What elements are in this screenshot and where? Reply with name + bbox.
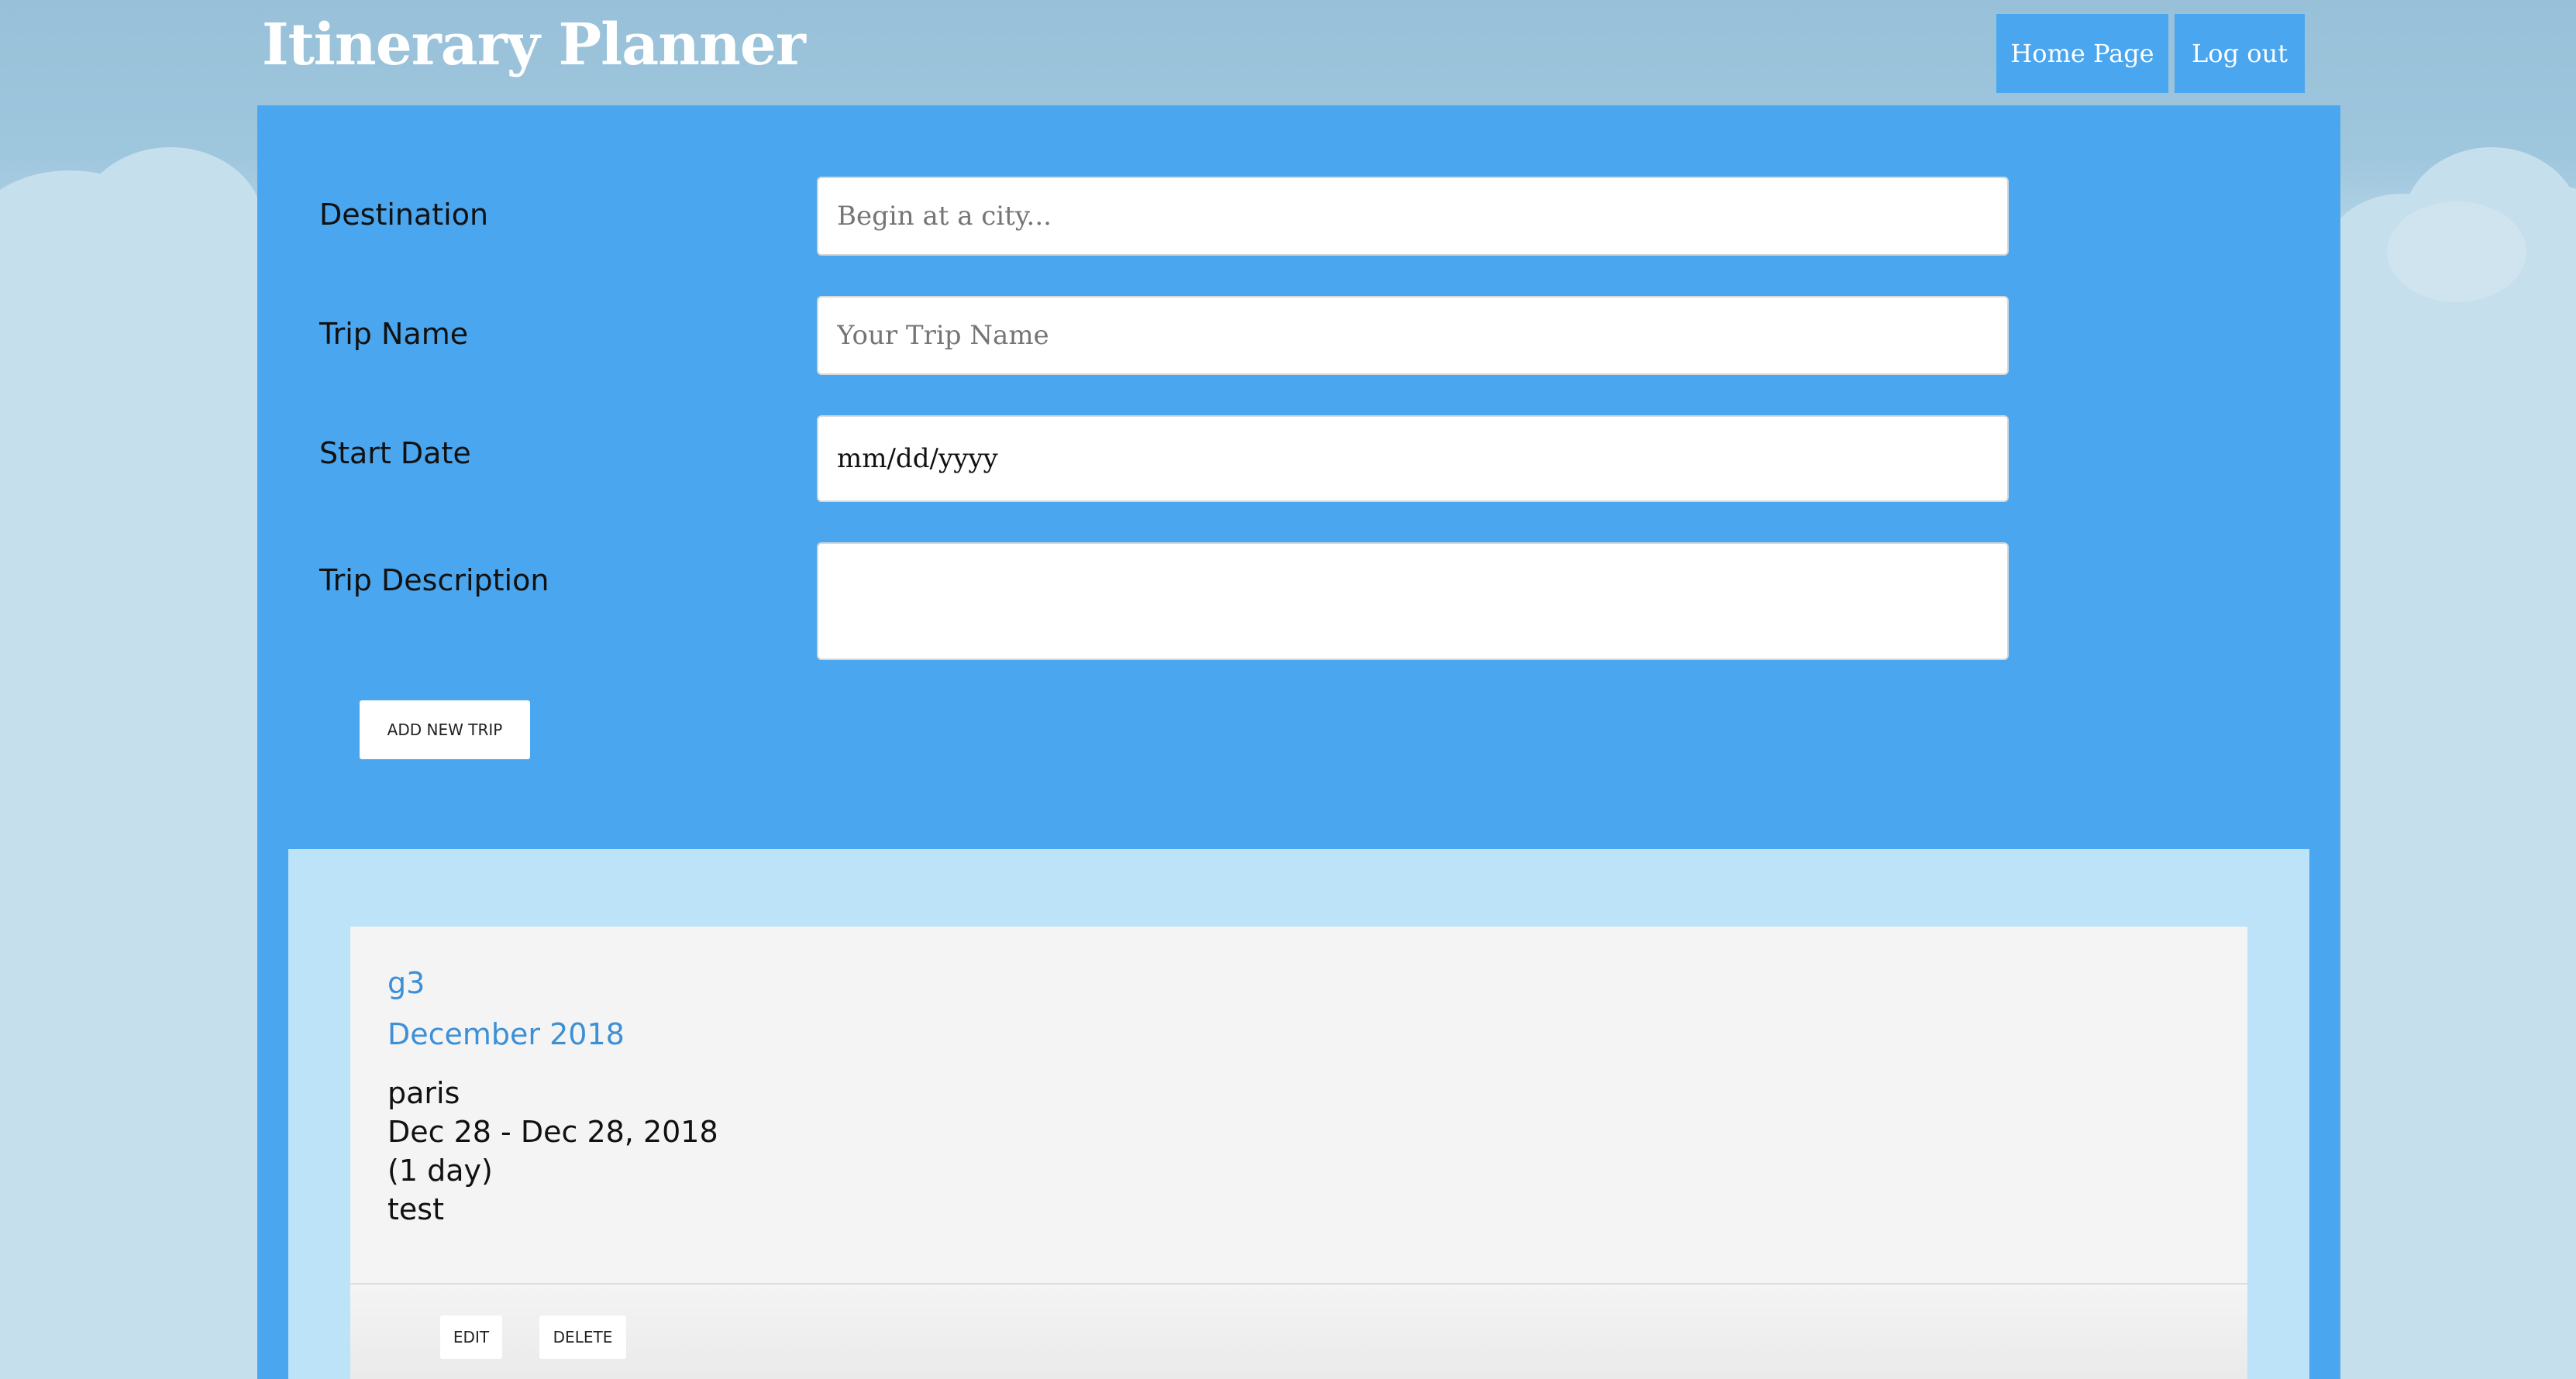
trip-duration: (1 day) <box>387 1154 493 1188</box>
trip-description-label: Trip Description <box>319 563 549 597</box>
destination-input[interactable] <box>817 177 2009 256</box>
log-out-button[interactable]: Log out <box>2175 14 2305 93</box>
start-date-label: Start Date <box>319 436 471 470</box>
trip-date-range: Dec 28 - Dec 28, 2018 <box>387 1115 718 1149</box>
cloud-decoration <box>2325 232 2576 1379</box>
trip-city: paris <box>387 1076 460 1110</box>
cloud-decoration <box>0 232 279 1379</box>
trips-list: g3 December 2018 paris Dec 28 - Dec 28, … <box>288 849 2309 1379</box>
cloud-decoration <box>2387 201 2526 302</box>
edit-trip-button[interactable]: EDIT <box>440 1315 502 1359</box>
trip-form-panel: Destination Trip Name Start Date mm/dd/y… <box>257 105 2340 1379</box>
start-date-value: mm/dd/yyyy <box>837 443 998 474</box>
destination-label: Destination <box>319 198 489 232</box>
home-page-button[interactable]: Home Page <box>1996 14 2168 93</box>
start-date-input[interactable]: mm/dd/yyyy <box>817 415 2009 502</box>
trip-month: December 2018 <box>387 1017 625 1051</box>
add-new-trip-button[interactable]: ADD NEW TRIP <box>360 700 530 759</box>
card-actions: EDIT DELETE <box>350 1284 2247 1379</box>
trip-name: g3 <box>387 966 425 1000</box>
trip-name-input[interactable] <box>817 296 2009 375</box>
trip-description: test <box>387 1192 444 1226</box>
app-title: Itinerary Planner <box>262 12 806 78</box>
delete-trip-button[interactable]: DELETE <box>539 1315 626 1359</box>
trip-details: paris Dec 28 - Dec 28, 2018 (1 day) test <box>387 1074 718 1229</box>
trip-description-input[interactable] <box>817 542 2009 660</box>
trip-name-label: Trip Name <box>319 317 469 351</box>
trip-card: g3 December 2018 paris Dec 28 - Dec 28, … <box>350 927 2247 1379</box>
